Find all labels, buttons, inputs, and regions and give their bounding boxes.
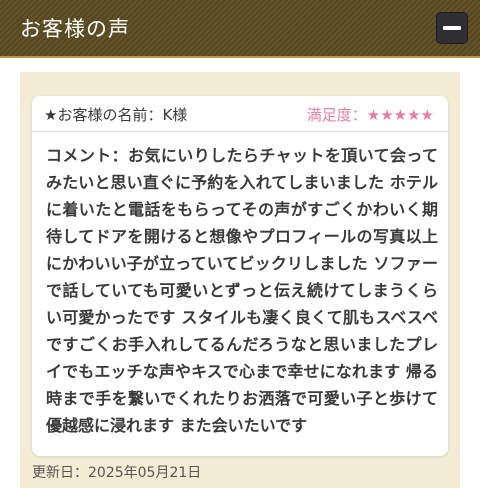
section-title: お客様の声 [20, 17, 130, 41]
update-date: 更新日：2025年05月21日 [32, 465, 202, 481]
minus-icon [443, 26, 461, 30]
satisfaction-rating: 満足度：★★★★★ [306, 106, 434, 124]
section-header: お客様の声 [0, 0, 480, 58]
customer-name: ★お客様の名前：K様 [44, 106, 188, 124]
review-card: ★お客様の名前：K様 満足度：★★★★★ コメント：お気にいりしたらチャットを頂… [32, 96, 448, 456]
review-comment: コメント：お気にいりしたらチャットを頂いて会ってみたいと思い直ぐに予約を入れてし… [46, 146, 438, 435]
review-card-header: ★お客様の名前：K様 満足度：★★★★★ [32, 96, 448, 132]
collapse-button[interactable] [436, 12, 468, 44]
